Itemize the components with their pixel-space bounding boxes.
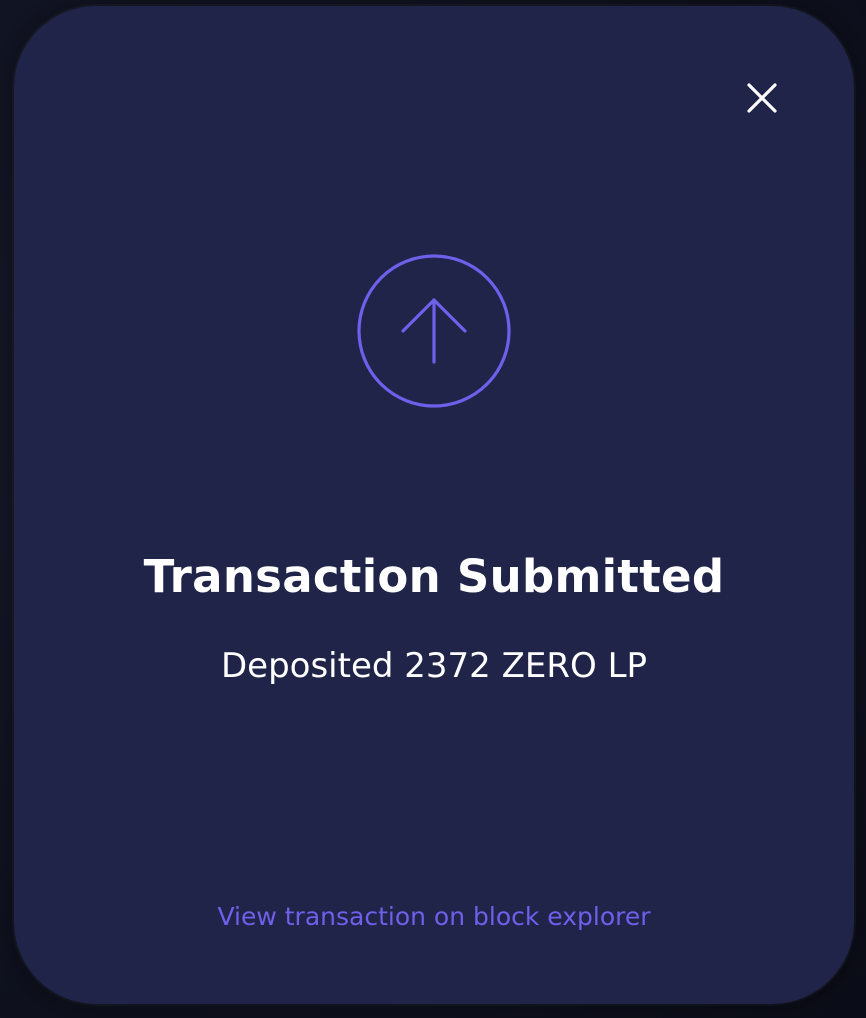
arrow-up-circle-icon bbox=[357, 254, 511, 408]
transaction-submitted-modal: Transaction Submitted Deposited 2372 ZER… bbox=[14, 6, 854, 1004]
modal-title: Transaction Submitted bbox=[143, 550, 725, 603]
close-button[interactable] bbox=[742, 78, 782, 118]
view-on-block-explorer-link[interactable]: View transaction on block explorer bbox=[14, 902, 854, 931]
close-icon bbox=[747, 83, 777, 113]
transaction-status-icon-wrapper bbox=[357, 254, 511, 408]
transaction-message: Deposited 2372 ZERO LP bbox=[220, 646, 648, 686]
